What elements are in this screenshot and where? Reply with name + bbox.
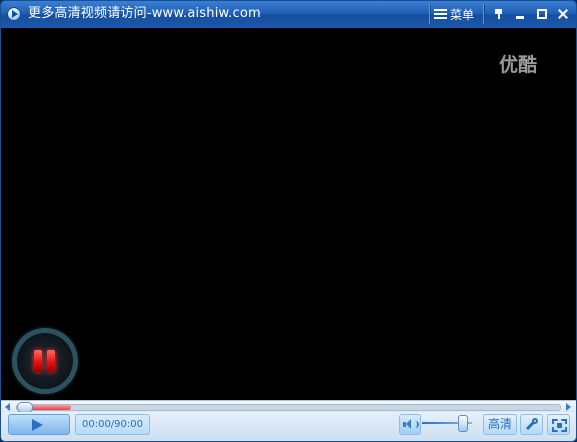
control-bar: 00:00/90:00 高清: [1, 412, 576, 441]
window-title: 更多高清视频请访问-www.aishiw.com: [28, 6, 261, 21]
title-separator: [429, 5, 430, 24]
pause-button[interactable]: [12, 328, 78, 394]
play-circle-icon[interactable]: [7, 7, 21, 21]
volume-slider[interactable]: [422, 415, 472, 432]
sound-wave-icon: [412, 421, 419, 428]
pause-icon: [47, 350, 55, 372]
pin-icon[interactable]: [492, 7, 506, 21]
seek-bar[interactable]: [16, 402, 561, 413]
menu-button[interactable]: 菜单: [434, 5, 474, 24]
seek-back-arrow-icon[interactable]: [4, 403, 12, 411]
title-bar[interactable]: 更多高清视频请访问-www.aishiw.com 菜单: [1, 1, 576, 28]
youku-watermark: 优酷: [499, 54, 538, 76]
video-area[interactable]: 优酷: [3, 28, 576, 400]
time-display: 00:00/90:00: [75, 414, 150, 435]
speaker-icon[interactable]: [399, 414, 421, 435]
fullscreen-icon: [552, 419, 567, 432]
fullscreen-button[interactable]: [547, 414, 570, 435]
play-icon: [32, 419, 43, 431]
menu-list-icon: [434, 9, 447, 20]
title-separator: [483, 5, 484, 24]
seek-forward-arrow-icon[interactable]: [564, 403, 572, 411]
maximize-icon[interactable]: [535, 7, 549, 21]
settings-button[interactable]: [520, 414, 543, 435]
menu-label: 菜单: [450, 8, 475, 22]
volume-thumb[interactable]: [457, 415, 468, 432]
pause-icon: [34, 350, 42, 372]
play-button[interactable]: [8, 414, 70, 435]
player-window: 更多高清视频请访问-www.aishiw.com 菜单 优酷 00:00/90:…: [0, 0, 577, 442]
close-icon[interactable]: [556, 7, 570, 21]
minimize-icon[interactable]: [513, 7, 527, 21]
wrench-icon: [525, 418, 538, 431]
quality-button[interactable]: 高清: [483, 414, 517, 435]
